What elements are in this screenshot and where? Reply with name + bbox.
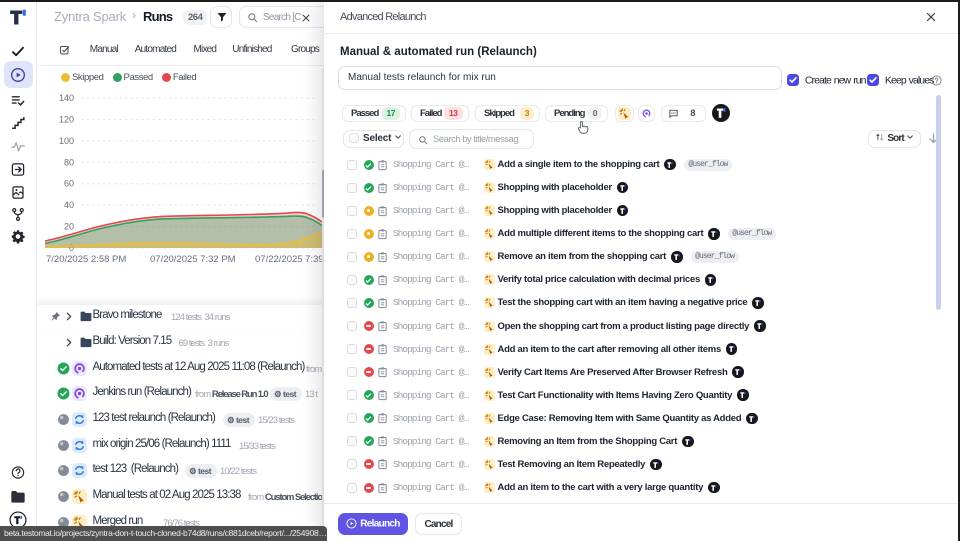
svg-text:20: 20 bbox=[64, 222, 74, 232]
svg-text:40: 40 bbox=[64, 200, 74, 210]
svg-text:140: 140 bbox=[59, 93, 74, 103]
svg-text:80: 80 bbox=[64, 157, 74, 167]
svg-text:120: 120 bbox=[59, 114, 74, 124]
svg-text:60: 60 bbox=[64, 179, 74, 189]
svg-text:100: 100 bbox=[59, 136, 74, 146]
